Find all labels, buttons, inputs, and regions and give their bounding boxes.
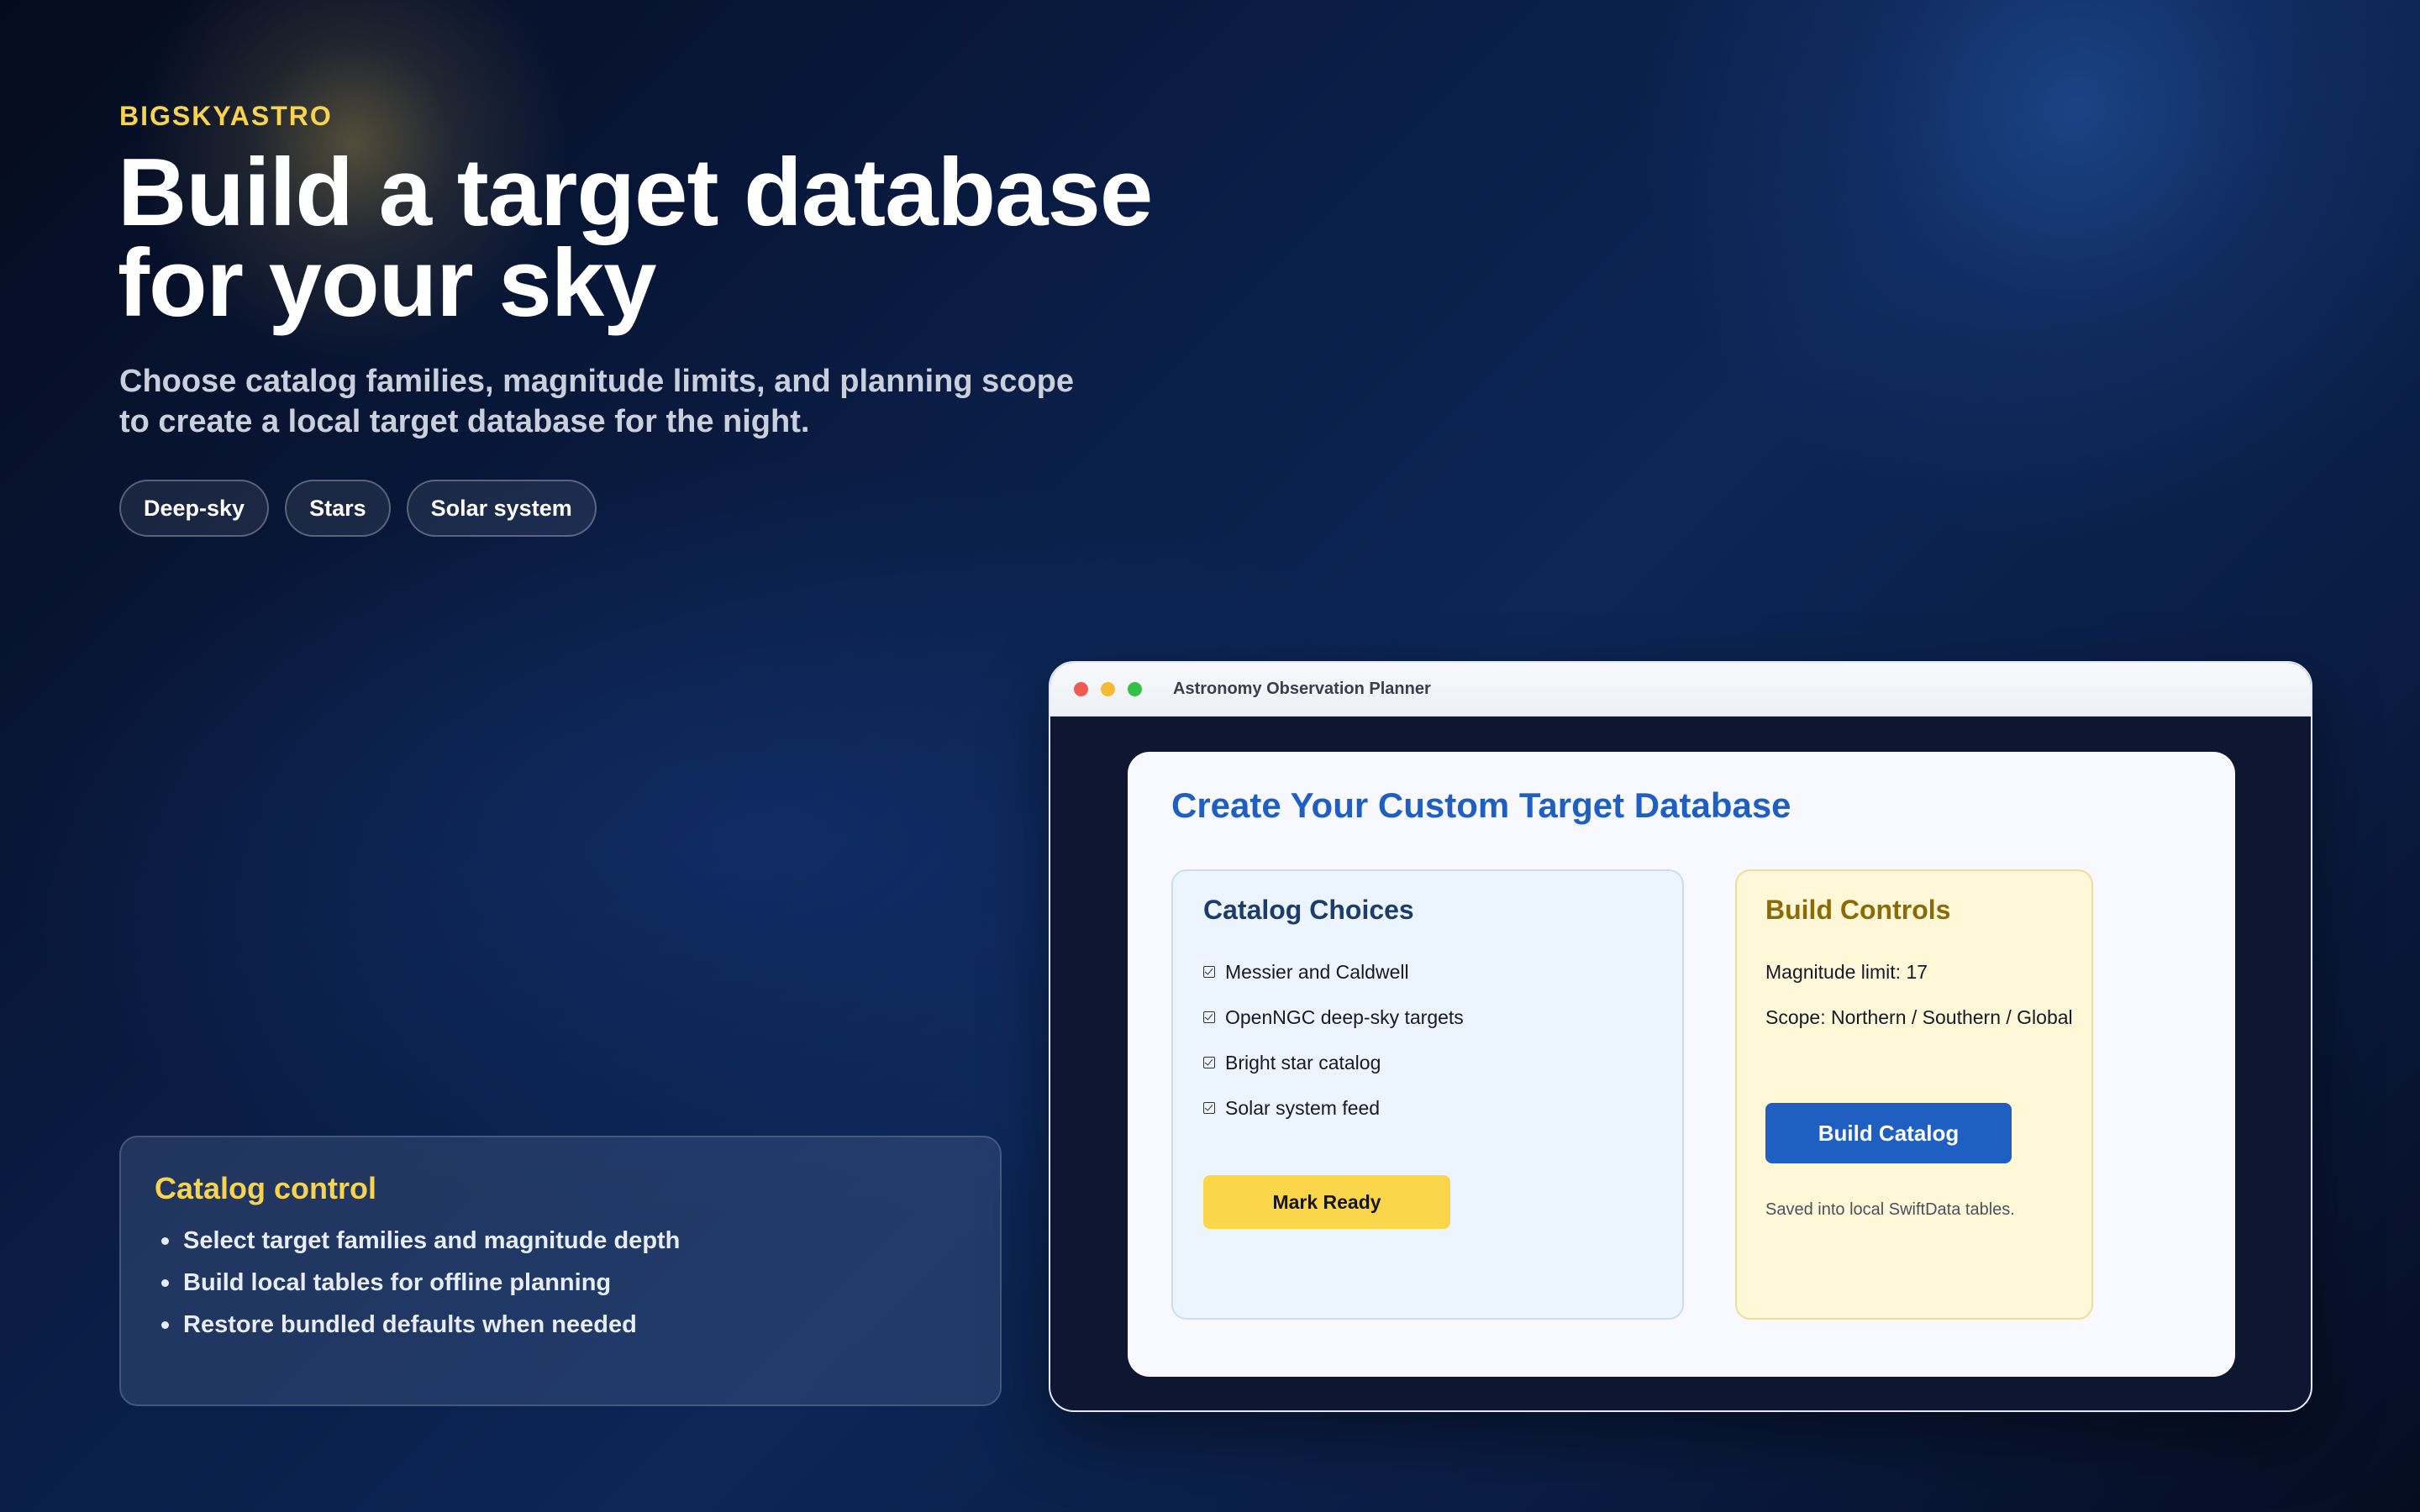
- subhead-line-1: Choose catalog families, magnitude limit…: [119, 364, 1074, 399]
- brand-name: BIGSKYASTRO: [119, 101, 333, 131]
- page-headline: Build a target database for your sky: [118, 145, 1294, 332]
- list-item: Select target families and magnitude dep…: [155, 1220, 966, 1262]
- checkbox-checked-icon[interactable]: [1203, 1102, 1215, 1114]
- saved-note: Saved into local SwiftData tables.: [1765, 1200, 2015, 1219]
- chip-stars[interactable]: Stars: [285, 480, 391, 537]
- build-controls-card: Build Controls Magnitude limit: 17 Scope…: [1735, 869, 2093, 1320]
- catalog-choices-card: Catalog Choices Messier and Caldwell Ope…: [1171, 869, 1684, 1320]
- zoom-window-button[interactable]: [1128, 682, 1142, 696]
- choice-bright-star[interactable]: Bright star catalog: [1203, 1040, 1652, 1085]
- choice-label: Solar system feed: [1225, 1096, 1381, 1119]
- build-controls-title: Build Controls: [1765, 895, 1951, 925]
- chip-solar-system[interactable]: Solar system: [406, 480, 597, 537]
- minimize-window-button[interactable]: [1101, 682, 1115, 696]
- choice-label: Messier and Caldwell: [1225, 960, 1409, 983]
- choice-openngc[interactable]: OpenNGC deep-sky targets: [1203, 995, 1652, 1040]
- choice-solar-system[interactable]: Solar system feed: [1203, 1085, 1652, 1131]
- magnitude-limit-text: Magnitude limit: 17: [1765, 960, 1928, 983]
- build-catalog-button[interactable]: Build Catalog: [1765, 1103, 2012, 1163]
- list-item: Restore bundled defaults when needed: [155, 1304, 966, 1346]
- list-item: Build local tables for offline planning: [155, 1262, 966, 1304]
- choice-label: Bright star catalog: [1225, 1051, 1381, 1074]
- app-window: Astronomy Observation Planner Create You…: [1049, 661, 2312, 1412]
- checkbox-checked-icon[interactable]: [1203, 1011, 1215, 1023]
- headline-line-2: for your sky: [118, 230, 657, 337]
- chip-deep-sky[interactable]: Deep-sky: [119, 480, 270, 537]
- page-subheading: Choose catalog families, magnitude limit…: [119, 361, 1128, 442]
- category-chips: Deep-sky Stars Solar system: [119, 480, 597, 537]
- window-titlebar: Astronomy Observation Planner: [1050, 663, 2311, 717]
- catalog-control-card: Catalog control Select target families a…: [119, 1136, 1002, 1406]
- catalog-control-list: Select target families and magnitude dep…: [155, 1220, 966, 1346]
- checkbox-checked-icon[interactable]: [1203, 1057, 1215, 1068]
- database-panel: Create Your Custom Target Database Catal…: [1128, 752, 2235, 1377]
- choice-label: OpenNGC deep-sky targets: [1225, 1005, 1464, 1028]
- scope-text: Scope: Northern / Southern / Global: [1765, 1005, 2073, 1028]
- close-window-button[interactable]: [1074, 682, 1088, 696]
- catalog-control-title: Catalog control: [155, 1171, 377, 1205]
- mark-ready-button[interactable]: Mark Ready: [1203, 1175, 1450, 1229]
- panel-title: Create Your Custom Target Database: [1171, 785, 1791, 825]
- window-title: Astronomy Observation Planner: [1173, 680, 1431, 698]
- choice-messier-caldwell[interactable]: Messier and Caldwell: [1203, 949, 1652, 995]
- checkbox-checked-icon[interactable]: [1203, 966, 1215, 978]
- subhead-line-2: to create a local target database for th…: [119, 404, 810, 439]
- catalog-choices-title: Catalog Choices: [1203, 895, 1414, 925]
